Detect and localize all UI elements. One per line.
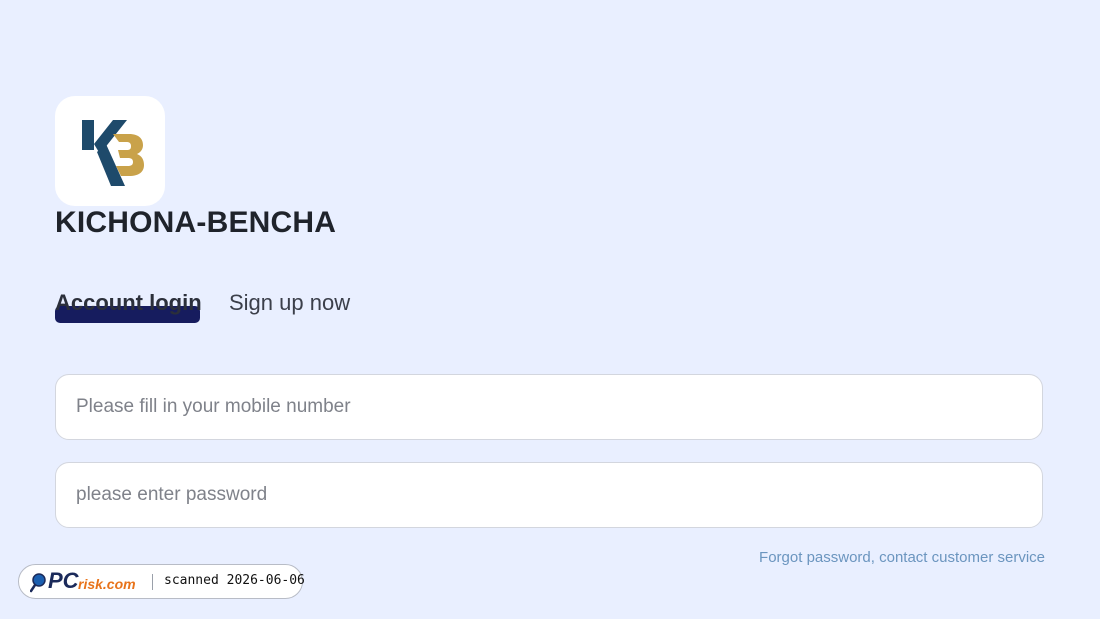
tab-sign-up[interactable]: Sign up now (229, 290, 350, 316)
badge-divider (152, 574, 153, 590)
login-page: KICHONA-BENCHA Account login Sign up now… (0, 0, 1100, 619)
app-logo (55, 96, 165, 206)
scan-date-text: scanned 2026-06-06 (164, 573, 305, 588)
kb-monogram-icon (82, 120, 144, 186)
forgot-password-link[interactable]: Forgot password, contact customer servic… (759, 549, 1045, 566)
tab-account-login[interactable]: Account login (55, 290, 202, 323)
phone-field (55, 374, 1043, 440)
magnifier-icon (30, 573, 46, 593)
tab-account-login-label: Account login (55, 290, 202, 315)
pcrisk-risk-text: risk.com (78, 576, 136, 592)
pcrisk-logo: PC risk.com (30, 568, 148, 594)
pcrisk-pc-text: PC (48, 568, 79, 593)
brand-name: KICHONA-BENCHA (55, 206, 337, 239)
phone-input[interactable] (56, 375, 1042, 439)
password-field (55, 462, 1043, 528)
password-input[interactable] (56, 463, 1042, 527)
scan-watermark: PC risk.com scanned 2026-06-06 (18, 564, 305, 599)
